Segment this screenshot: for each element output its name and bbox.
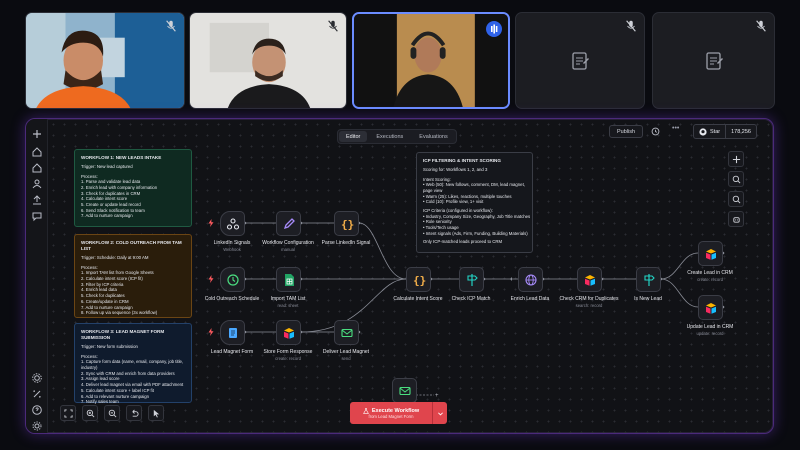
participant-video-2 xyxy=(190,13,346,108)
participant-video-3 xyxy=(354,14,508,107)
workflow-editor: Editor Executions Evaluations Publish ••… xyxy=(25,118,774,434)
speaking-indicator-icon xyxy=(486,21,502,37)
node-label: LinkedIn Signals xyxy=(213,240,251,246)
node-label: Check CRM for Duplicates xyxy=(559,296,619,302)
node-parse-linkedin-signal[interactable]: {} xyxy=(334,211,359,236)
mic-muted-icon xyxy=(328,20,338,32)
clock-icon xyxy=(227,274,239,286)
node-subtitle: manual xyxy=(281,247,295,252)
participant-tile-5[interactable] xyxy=(652,12,775,109)
email-icon xyxy=(399,386,411,396)
filter-sign-icon xyxy=(644,274,655,286)
execute-sub: from Lead Magnet Form xyxy=(368,413,414,419)
notepad-icon xyxy=(572,51,589,70)
execute-workflow-button[interactable]: Execute Workflow from Lead Magnet Form xyxy=(350,402,447,424)
node-subtitle: read: sheet xyxy=(277,303,299,308)
filter-sign-icon xyxy=(467,274,478,286)
node-deliver-lead-magnet[interactable] xyxy=(334,320,359,345)
node-label: Calculate Intent Score xyxy=(393,296,443,302)
node-subtitle: update: record xyxy=(696,331,724,336)
undo-button[interactable] xyxy=(126,405,142,421)
code-braces-icon: {} xyxy=(413,274,426,287)
connection xyxy=(660,278,699,308)
node-subtitle: send xyxy=(341,356,351,361)
node-label: Cold Outreach Schedule xyxy=(204,296,260,302)
node-update-lead-crm[interactable] xyxy=(698,295,723,320)
participant-tile-4[interactable] xyxy=(515,12,645,109)
email-icon xyxy=(341,328,353,338)
video-call-screen: Editor Executions Evaluations Publish ••… xyxy=(0,0,800,450)
google-sheets-icon xyxy=(285,274,294,286)
mic-muted-icon xyxy=(166,20,176,32)
node-create-lead-crm[interactable] xyxy=(698,241,723,266)
trigger-bolt-icon xyxy=(208,275,214,283)
globe-icon xyxy=(525,274,537,286)
svg-text:{}: {} xyxy=(341,218,354,231)
add-node-plus: + xyxy=(435,393,439,399)
node-subtitle: create: record xyxy=(697,277,723,282)
node-subtitle: search: record xyxy=(575,303,603,308)
airtable-icon xyxy=(706,303,716,314)
zoom-out-button[interactable] xyxy=(104,405,120,421)
node-store-form-response[interactable] xyxy=(276,320,301,345)
form-icon xyxy=(229,328,237,338)
svg-text:{}: {} xyxy=(413,274,426,287)
zoom-in-button[interactable] xyxy=(82,405,98,421)
airtable-icon xyxy=(284,328,294,339)
node-subtitle: Webhook xyxy=(223,247,241,252)
node-label: Import TAM List xyxy=(270,296,306,302)
node-is-new-lead[interactable] xyxy=(636,267,661,292)
node-label: Enrich Lead Data xyxy=(510,296,550,302)
participant-tile-3[interactable] xyxy=(352,12,510,109)
node-subtitle: create: record xyxy=(275,356,301,361)
pencil-icon xyxy=(283,218,295,230)
mic-muted-icon xyxy=(626,20,636,32)
participant-tile-1[interactable] xyxy=(25,12,185,109)
pointer-tool-button[interactable] xyxy=(148,405,164,421)
node-enrich-lead-data[interactable] xyxy=(518,267,543,292)
node-lead-magnet-form[interactable] xyxy=(220,320,245,345)
participant-tile-2[interactable] xyxy=(189,12,347,109)
mic-muted-icon xyxy=(756,20,766,32)
node-linkedin-signals[interactable] xyxy=(220,211,245,236)
airtable-icon xyxy=(585,275,595,286)
code-braces-icon: {} xyxy=(341,218,354,231)
node-label: Update Lead in CRM xyxy=(686,324,734,330)
node-label: Workflow Configuration xyxy=(262,240,314,246)
node-email[interactable] xyxy=(392,378,417,403)
chevron-down-icon xyxy=(437,412,443,415)
node-label: Parse LinkedIn Signal xyxy=(321,240,371,246)
node-label: Store Form Response xyxy=(263,349,313,355)
fit-view-button[interactable] xyxy=(60,405,76,421)
node-label: Lead Magnet Form xyxy=(210,349,254,355)
node-label: Deliver Lead Magnet xyxy=(322,349,370,355)
webhook-icon xyxy=(226,218,240,230)
node-check-crm-duplicates[interactable] xyxy=(577,267,602,292)
node-calculate-intent-score[interactable]: {} xyxy=(406,267,431,292)
trigger-bolt-icon xyxy=(208,219,214,227)
connection xyxy=(358,222,407,280)
execute-main[interactable]: Execute Workflow from Lead Magnet Form xyxy=(350,402,433,424)
node-import-tam-list[interactable] xyxy=(276,267,301,292)
node-label: Is New Lead xyxy=(634,296,662,302)
node-cold-outreach-schedule[interactable] xyxy=(220,267,245,292)
node-check-icp-match[interactable] xyxy=(459,267,484,292)
notepad-icon xyxy=(705,51,723,70)
trigger-bolt-icon xyxy=(208,328,214,336)
node-label: Create Lead in CRM xyxy=(687,270,733,276)
node-label: Check ICP Match xyxy=(451,296,491,302)
participant-video-1 xyxy=(26,13,184,108)
execute-dropdown[interactable] xyxy=(433,402,447,424)
airtable-icon xyxy=(706,249,716,260)
node-workflow-configuration[interactable] xyxy=(276,211,301,236)
